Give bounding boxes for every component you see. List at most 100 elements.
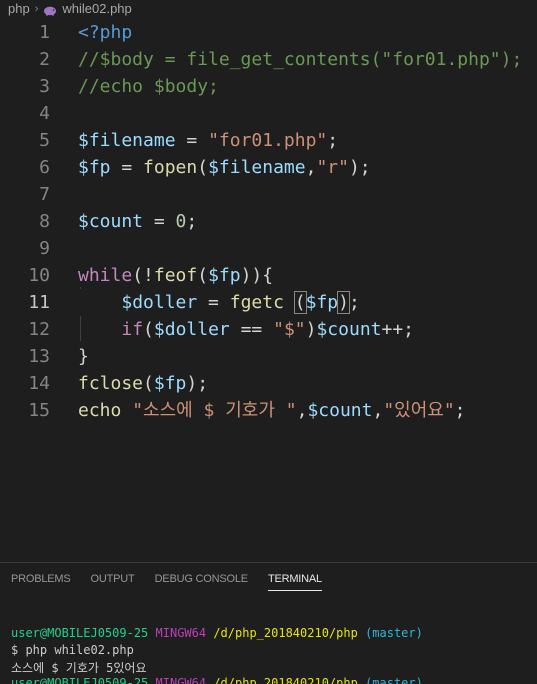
code-line[interactable]: 3 //echo $body; bbox=[0, 73, 537, 100]
tab-debug-console[interactable]: DEBUG CONSOLE bbox=[155, 573, 249, 591]
code-line[interactable]: 2 //$body = file_get_contents("for01.php"… bbox=[0, 46, 537, 73]
code-text: //echo $body; bbox=[78, 73, 219, 100]
terminal-path: /d/php_201840210/php bbox=[213, 676, 358, 684]
code-line[interactable]: 4 bbox=[0, 100, 537, 127]
code-token: ) bbox=[305, 319, 317, 340]
code-token: = bbox=[110, 157, 144, 178]
code-text: $doller = fgetc ($fp); bbox=[78, 289, 360, 316]
line-number: 5 bbox=[39, 130, 50, 151]
code-token: = bbox=[175, 130, 209, 151]
code-line[interactable]: 12 if($doller == "$")$count++; bbox=[0, 316, 537, 343]
code-line[interactable]: 7 bbox=[0, 181, 537, 208]
code-token: ( bbox=[293, 291, 307, 314]
code-line[interactable]: 10 while(!feof($fp)){ bbox=[0, 262, 537, 289]
code-editor[interactable]: 1 <?php 2 //$body = file_get_contents("for0… bbox=[0, 17, 537, 562]
code-token: , bbox=[305, 157, 317, 178]
line-number: 11 bbox=[28, 292, 50, 313]
code-token: = bbox=[143, 211, 176, 232]
code-line[interactable]: 14 fclose($fp); bbox=[0, 370, 537, 397]
terminal-user: user@MOBILEJ0509-25 bbox=[11, 676, 149, 684]
terminal-branch: (master) bbox=[365, 676, 423, 684]
breadcrumb-file[interactable]: while02.php bbox=[62, 1, 131, 16]
code-token: $fp bbox=[78, 157, 111, 178]
line-number: 10 bbox=[28, 265, 50, 286]
code-token: } bbox=[78, 346, 89, 367]
code-token: ; bbox=[348, 292, 360, 313]
code-line[interactable]: 15 echo "소스에 $ 기호가 ",$count,"있어요"; bbox=[0, 397, 537, 424]
code-text: echo "소스에 $ 기호가 ",$count,"있어요"; bbox=[78, 397, 466, 424]
breadcrumb-folder[interactable]: php bbox=[0, 1, 30, 16]
code-token: )){ bbox=[240, 265, 274, 286]
code-token: "r" bbox=[316, 157, 349, 178]
code-token: $doller bbox=[121, 292, 198, 313]
line-number: 13 bbox=[28, 346, 50, 367]
code-token: "for01.php" bbox=[208, 130, 328, 151]
code-token: ); bbox=[348, 157, 371, 178]
code-line[interactable]: 11 $doller = fgetc ($fp); bbox=[0, 289, 537, 316]
code-text: if($doller == "$")$count++; bbox=[78, 316, 414, 343]
code-line[interactable]: 8 $count = 0; bbox=[0, 208, 537, 235]
line-number: 4 bbox=[39, 103, 50, 124]
breadcrumb: php › while02.php bbox=[0, 0, 537, 17]
code-token: ( bbox=[197, 265, 209, 286]
line-number: 2 bbox=[39, 49, 50, 70]
line-number: 14 bbox=[28, 373, 50, 394]
code-token: == bbox=[229, 319, 274, 340]
line-number: 3 bbox=[39, 76, 50, 97]
code-token: fopen bbox=[143, 157, 198, 178]
terminal-prompt-line-2: user@MOBILEJ0509-25 MINGW64 /d/php_20184… bbox=[11, 676, 423, 684]
tab-output[interactable]: OUTPUT bbox=[91, 573, 135, 591]
code-token: ; bbox=[186, 211, 198, 232]
line-number: 7 bbox=[39, 184, 50, 205]
code-token: $filename bbox=[208, 157, 306, 178]
code-line[interactable]: 9 bbox=[0, 235, 537, 262]
code-token: "$" bbox=[273, 319, 306, 340]
code-token: "소스에 $ 기호가 " bbox=[132, 400, 297, 421]
tab-problems[interactable]: PROBLEMS bbox=[11, 573, 71, 591]
code-token: $doller bbox=[153, 319, 230, 340]
code-token: $fp bbox=[208, 265, 241, 286]
code-text: fclose($fp); bbox=[78, 370, 208, 397]
code-token: ( bbox=[143, 319, 154, 340]
terminal-user: user@MOBILEJ0509-25 bbox=[11, 626, 149, 640]
terminal-path: /d/php_201840210/php bbox=[213, 626, 358, 640]
code-line[interactable]: 5 $filename = "for01.php"; bbox=[0, 127, 537, 154]
code-token: feof bbox=[153, 265, 198, 286]
code-token: $count bbox=[78, 211, 144, 232]
line-number: 12 bbox=[28, 319, 50, 340]
code-token: fclose bbox=[78, 373, 144, 394]
code-token: $count bbox=[307, 400, 373, 421]
vscode-window: { "breadcrumb": { "folder": "php", "file… bbox=[0, 0, 537, 684]
terminal-prompt-line: user@MOBILEJ0509-25 MINGW64 /d/php_20184… bbox=[11, 626, 423, 640]
code-token: "있어요" bbox=[383, 400, 455, 421]
code-token: while bbox=[78, 265, 133, 286]
code-line[interactable]: 13} bbox=[0, 343, 537, 370]
line-number: 6 bbox=[39, 157, 50, 178]
code-token: //$body = file_get_contents("for01.php")… bbox=[78, 49, 523, 70]
bottom-panel: PROBLEMS OUTPUT DEBUG CONSOLE TERMINAL u… bbox=[0, 562, 537, 684]
line-number: 1 bbox=[39, 22, 50, 43]
terminal-host: MINGW64 bbox=[155, 626, 207, 640]
code-line[interactable]: 1 <?php bbox=[0, 19, 537, 46]
code-token: (! bbox=[132, 265, 154, 286]
code-token: ; bbox=[454, 400, 466, 421]
code-text: $filename = "for01.php"; bbox=[78, 127, 338, 154]
code-token: $fp bbox=[153, 373, 187, 394]
code-token: <?php bbox=[78, 22, 133, 43]
panel-tabs: PROBLEMS OUTPUT DEBUG CONSOLE TERMINAL bbox=[11, 573, 342, 591]
code-text: } bbox=[78, 343, 89, 370]
php-elephant-icon bbox=[43, 4, 57, 15]
tab-terminal[interactable]: TERMINAL bbox=[267, 573, 322, 591]
code-token: $filename bbox=[78, 130, 176, 151]
terminal-branch: (master) bbox=[365, 626, 423, 640]
code-token: ++; bbox=[381, 319, 415, 340]
terminal-host: MINGW64 bbox=[155, 676, 207, 684]
terminal-output: 소스에 $ 기호가 5있어요 bbox=[11, 661, 147, 675]
code-token: echo bbox=[78, 400, 122, 421]
code-text: //$body = file_get_contents("for01.php")… bbox=[78, 46, 522, 73]
code-token: if bbox=[121, 319, 144, 340]
code-line[interactable]: 6 $fp = fopen($filename,"r"); bbox=[0, 154, 537, 181]
terminal-command: $ php while02.php bbox=[11, 643, 134, 657]
